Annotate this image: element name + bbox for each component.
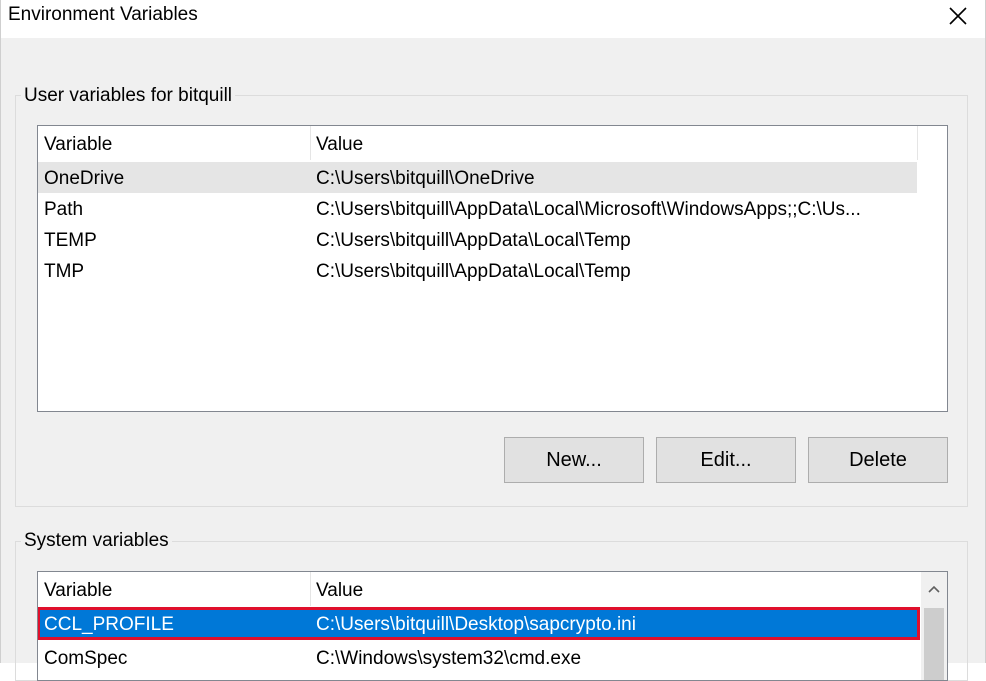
close-button[interactable] xyxy=(941,0,975,32)
variable-value: C:\Users\bitquill\Desktop\sapcrypto.ini xyxy=(316,614,636,635)
user-new-button[interactable]: New... xyxy=(504,437,644,483)
title-bar: Environment Variables xyxy=(1,0,985,38)
user-variables-list[interactable]: Variable Value OneDrive C:\Users\bitquil… xyxy=(37,125,948,412)
column-header-variable[interactable]: Variable xyxy=(38,572,310,606)
column-divider[interactable] xyxy=(917,126,918,160)
variable-name: TMP xyxy=(44,261,85,282)
close-icon xyxy=(949,7,967,25)
table-row[interactable]: OneDrive C:\Users\bitquill\OneDrive xyxy=(38,162,917,193)
list-header: Variable Value xyxy=(38,572,947,606)
table-row[interactable]: ComSpec C:\Windows\system32\cmd.exe xyxy=(38,642,919,673)
table-row[interactable]: Path C:\Users\bitquill\AppData\Local\Mic… xyxy=(38,193,917,224)
dialog-title: Environment Variables xyxy=(8,4,198,25)
chevron-up-icon xyxy=(928,585,940,593)
list-header: Variable Value xyxy=(38,126,947,160)
variable-value: C:\Users\bitquill\AppData\Local\Microsof… xyxy=(316,199,861,220)
vertical-scrollbar[interactable] xyxy=(921,572,947,680)
scroll-up-button[interactable] xyxy=(921,572,947,606)
variable-value: C:\Users\bitquill\AppData\Local\Temp xyxy=(316,230,631,251)
table-row-selected[interactable]: CCL_PROFILE C:\Users\bitquill\Desktop\sa… xyxy=(38,607,920,640)
table-row[interactable]: TMP C:\Users\bitquill\AppData\Local\Temp xyxy=(38,255,917,286)
user-variables-label: User variables for bitquill xyxy=(21,85,236,107)
table-row[interactable]: TEMP C:\Users\bitquill\AppData\Local\Tem… xyxy=(38,224,917,255)
variable-value: C:\Users\bitquill\OneDrive xyxy=(316,168,535,189)
variable-name: TEMP xyxy=(44,230,97,251)
variable-name: ComSpec xyxy=(44,648,128,669)
system-variables-list[interactable]: Variable Value CCL_PROFILE C:\Users\bitq… xyxy=(37,571,948,681)
environment-variables-dialog: Environment Variables User variables for… xyxy=(0,0,986,681)
column-header-value[interactable]: Value xyxy=(310,572,910,606)
system-variables-label: System variables xyxy=(21,530,172,552)
scroll-thumb[interactable] xyxy=(924,608,944,680)
variable-name: CCL_PROFILE xyxy=(44,614,174,635)
variable-value: C:\Users\bitquill\AppData\Local\Temp xyxy=(316,261,631,282)
column-header-value[interactable]: Value xyxy=(310,126,910,160)
variable-name: Path xyxy=(44,199,84,220)
variable-value: C:\Windows\system32\cmd.exe xyxy=(316,648,582,669)
variable-name: OneDrive xyxy=(44,168,125,189)
user-edit-button[interactable]: Edit... xyxy=(656,437,796,483)
column-header-variable[interactable]: Variable xyxy=(38,126,310,160)
user-delete-button[interactable]: Delete xyxy=(808,437,948,483)
